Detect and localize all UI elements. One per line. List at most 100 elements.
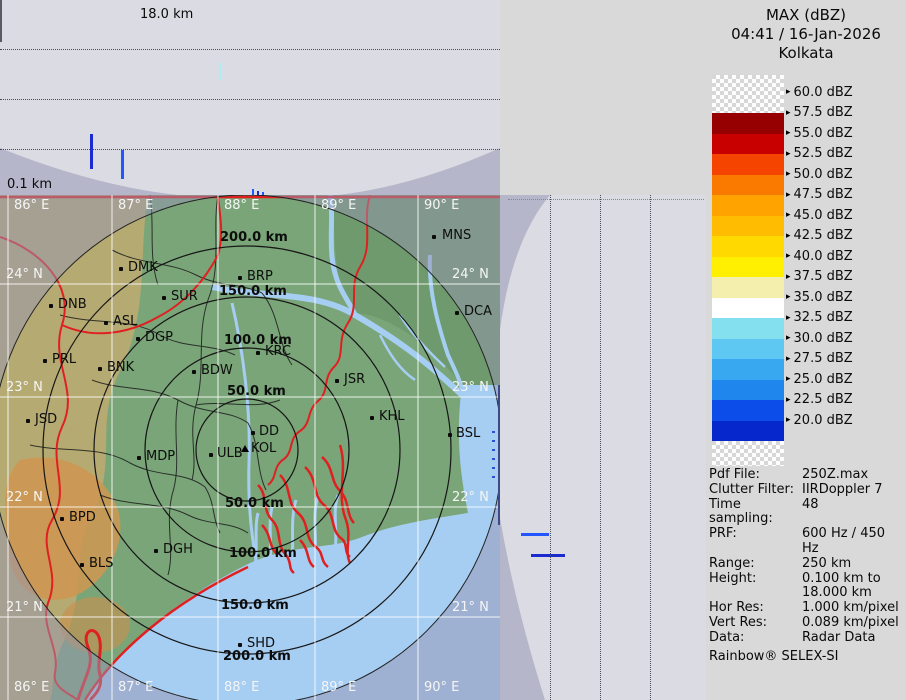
ns-height-projection-panel xyxy=(500,195,706,700)
legend-swatch xyxy=(712,359,784,380)
legend-tick-arrow-icon: ▸ xyxy=(786,128,791,138)
city-marker-dot xyxy=(238,643,242,647)
legend-swatch xyxy=(712,380,784,401)
city-jsr: JSR xyxy=(344,373,365,387)
city-marker-dot xyxy=(154,549,158,553)
longitude-label-bottom: 89° E xyxy=(321,681,356,695)
legend-tick-arrow-icon: ▸ xyxy=(786,292,791,302)
metadata-row: Pdf File:250Z.max xyxy=(709,468,905,483)
city-marker-dot xyxy=(238,276,242,280)
legend-tick-arrow-icon: ▸ xyxy=(786,313,791,323)
legend-tick-arrow-icon: ▸ xyxy=(786,231,791,241)
legend-value-label: 50.0 dBZ xyxy=(794,167,853,182)
legend-tick-arrow-icon: ▸ xyxy=(786,374,791,384)
legend-swatch xyxy=(712,154,784,175)
longitude-label-bottom: 90° E xyxy=(424,681,459,695)
legend-swatch xyxy=(712,298,784,319)
metadata-label: Vert Res: xyxy=(709,616,802,631)
legend-value-label: 32.5 dBZ xyxy=(794,310,853,325)
range-ring-label: 100.0 km xyxy=(229,547,297,561)
legend-sidebar: MAX (dBZ) 04:41 / 16-Jan-2026 Kolkata ▸6… xyxy=(706,0,906,700)
metadata-row: Clutter Filter:IIRDoppler 7 xyxy=(709,483,905,498)
legend-entry: ▸60.0 dBZ xyxy=(786,83,853,101)
longitude-label-top: 88° E xyxy=(224,199,259,213)
city-shd: SHD xyxy=(247,637,275,651)
longitude-label-top: 87° E xyxy=(118,199,153,213)
city-marker-dot xyxy=(137,456,141,460)
city-bpd: BPD xyxy=(69,511,96,525)
latitude-label-left: 22° N xyxy=(6,491,43,505)
metadata-value: 0.089 km/pixel xyxy=(802,616,899,631)
latitude-label-right: 24° N xyxy=(452,268,489,282)
range-ring-label: 50.0 km xyxy=(225,497,284,511)
metadata-row: Data:Radar Data xyxy=(709,631,905,646)
city-mns: MNS xyxy=(442,229,471,243)
out-of-range-wedge xyxy=(500,518,545,700)
legend-entry: ▸32.5 dBZ xyxy=(786,309,853,327)
station-name: Kolkata xyxy=(706,44,906,62)
height-gridline xyxy=(0,99,500,100)
city-marker-dot xyxy=(119,267,123,271)
city-marker-dot xyxy=(80,563,84,567)
radar-display-window: 18.0 km 0.1 km xyxy=(0,0,906,700)
max-height-label: 18.0 km xyxy=(140,7,193,22)
legend-tick-arrow-icon: ▸ xyxy=(786,108,791,118)
longitude-label-top: 90° E xyxy=(424,199,459,213)
city-marker-dot xyxy=(162,296,166,300)
city-marker-dot xyxy=(192,370,196,374)
latitude-label-right: 23° N xyxy=(452,381,489,395)
legend-tick-arrow-icon: ▸ xyxy=(786,354,791,364)
legend-value-label: 40.0 dBZ xyxy=(794,249,853,264)
city-dca: DCA xyxy=(464,305,492,319)
legend-entry: ▸35.0 dBZ xyxy=(786,288,853,306)
product-metadata: Pdf File:250Z.maxClutter Filter:IIRDoppl… xyxy=(709,468,905,664)
legend-value-label: 20.0 dBZ xyxy=(794,413,853,428)
longitude-label-top: 89° E xyxy=(321,199,356,213)
city-dgp: DGP xyxy=(145,331,173,345)
range-ring-label: 150.0 km xyxy=(219,285,287,299)
radar-site-triangle-icon xyxy=(241,445,249,452)
legend-entry: ▸40.0 dBZ xyxy=(786,247,853,265)
city-asl: ASL xyxy=(113,315,137,329)
panel-border xyxy=(508,199,704,200)
range-ring-label: 200.0 km xyxy=(220,231,288,245)
metadata-value: 0.100 km to 18.000 km xyxy=(802,572,881,602)
metadata-value: 48 xyxy=(802,498,819,528)
latitude-label-left: 24° N xyxy=(6,268,43,282)
legend-value-label: 30.0 dBZ xyxy=(794,331,853,346)
product-title: MAX (dBZ) xyxy=(706,6,906,24)
legend-entry: ▸50.0 dBZ xyxy=(786,165,853,183)
city-dnb: DNB xyxy=(58,298,87,312)
city-marker-dot xyxy=(335,379,339,383)
legend-entry: ▸22.5 dBZ xyxy=(786,391,853,409)
legend-tick-arrow-icon: ▸ xyxy=(786,149,791,159)
latitude-label-left: 23° N xyxy=(6,381,43,395)
city-prl: PRL xyxy=(52,353,76,367)
city-khl: KHL xyxy=(379,410,405,424)
longitude-label-bottom: 87° E xyxy=(118,681,153,695)
city-bsl: BSL xyxy=(456,427,480,441)
city-marker-dot xyxy=(432,235,436,239)
legend-value-label: 25.0 dBZ xyxy=(794,372,853,387)
legend-value-label: 27.5 dBZ xyxy=(794,351,853,366)
legend-entry: ▸52.5 dBZ xyxy=(786,145,853,163)
metadata-label: Height: xyxy=(709,572,802,602)
legend-swatch xyxy=(712,216,784,237)
legend-swatch xyxy=(712,257,784,278)
echo-column xyxy=(521,533,549,536)
latitude-label-left: 21° N xyxy=(6,601,43,615)
legend-tick-arrow-icon: ▸ xyxy=(786,210,791,220)
city-bdw: BDW xyxy=(201,364,233,378)
legend-swatch-above-max xyxy=(712,75,784,113)
metadata-label: PRF: xyxy=(709,527,802,557)
metadata-value: Radar Data xyxy=(802,631,875,646)
metadata-label: Data: xyxy=(709,631,802,646)
metadata-row: Vert Res:0.089 km/pixel xyxy=(709,616,905,631)
legend-value-label: 55.0 dBZ xyxy=(794,126,853,141)
city-marker-dot xyxy=(49,304,53,308)
radar-plan-view-map: 86° E86° E87° E87° E88° E88° E89° E89° E… xyxy=(0,195,500,700)
city-ulb: ULB xyxy=(217,447,243,461)
height-gridline xyxy=(650,195,651,700)
radar-site-label: KOL xyxy=(251,442,276,456)
range-ring-label: 200.0 km xyxy=(223,650,291,664)
